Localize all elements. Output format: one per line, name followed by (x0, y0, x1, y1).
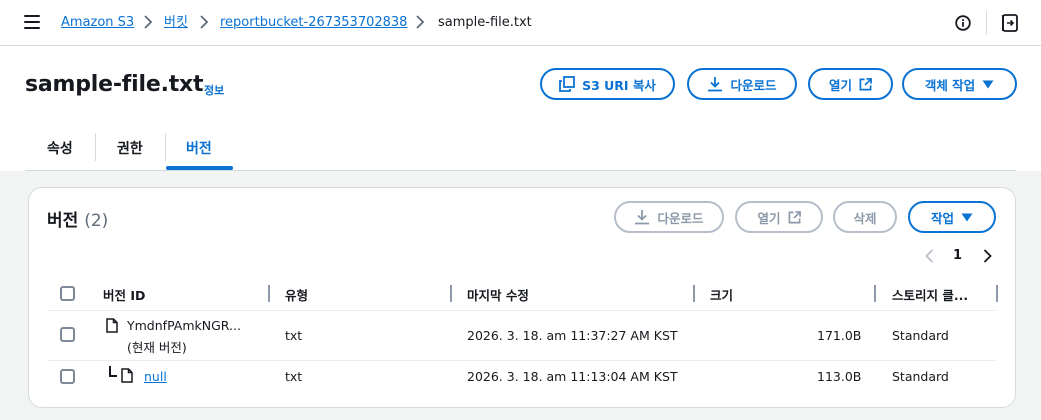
version-delete-label: 삭제 (853, 210, 877, 226)
version-id-value: YmdnfPAmkNGR... (127, 318, 241, 333)
file-icon (106, 318, 118, 333)
tabs-baseline (25, 170, 1016, 171)
row-checkbox[interactable] (60, 327, 75, 342)
versions-title-text: 버전 (47, 211, 79, 231)
column-header-type[interactable]: 유형 (285, 285, 308, 304)
download-icon (708, 77, 723, 92)
column-header-last-modified[interactable]: 마지막 수정 (467, 285, 529, 304)
chevron-right-icon (144, 15, 153, 29)
version-actions-button[interactable]: 작업 (908, 201, 996, 233)
chevron-left-icon[interactable] (923, 248, 937, 264)
column-resizer[interactable] (693, 285, 695, 302)
last-modified-value: 2026. 3. 18. am 11:37:27 AM KST (467, 328, 678, 343)
breadcrumb-amazon-s3[interactable]: Amazon S3 (61, 14, 134, 32)
pagination-current-page[interactable]: 1 (953, 248, 962, 263)
tab-versions[interactable]: 버전 (186, 138, 212, 158)
breadcrumb-bucket-name[interactable]: reportbucket-267353702838 (220, 14, 407, 32)
version-actions-label: 작업 (930, 210, 954, 226)
caret-down-icon (982, 80, 994, 88)
page-title: sample-file.txt (25, 72, 204, 97)
toolbar-divider (986, 11, 987, 35)
column-header-storage-class[interactable]: 스토리지 클... (892, 285, 968, 304)
version-download-label: 다운로드 (657, 210, 704, 226)
select-all-checkbox[interactable] (60, 286, 75, 301)
column-header-version-id[interactable]: 버전 ID (103, 285, 145, 304)
table-header-divider (48, 310, 996, 311)
chevron-right-icon (416, 15, 425, 29)
download-button[interactable]: 다운로드 (687, 68, 797, 100)
tab-permissions[interactable]: 권한 (117, 138, 143, 158)
tab-properties[interactable]: 속성 (47, 138, 73, 158)
storage-class-value: Standard (892, 369, 949, 384)
versions-count: (2) (84, 211, 109, 231)
page-header (0, 46, 1041, 171)
menu-icon[interactable] (24, 15, 40, 29)
current-version-label: (현재 버전) (127, 340, 187, 355)
info-circle-icon[interactable] (955, 15, 971, 31)
column-resizer[interactable] (874, 285, 876, 302)
type-value: txt (285, 328, 303, 343)
version-open-label: 열기 (757, 210, 781, 226)
column-header-size[interactable]: 크기 (710, 285, 733, 304)
storage-class-value: Standard (892, 328, 949, 343)
copy-s3-uri-label: S3 URI 복사 (582, 77, 656, 93)
version-delete-button[interactable]: 삭제 (833, 201, 897, 233)
column-resizer[interactable] (268, 285, 270, 302)
copy-s3-uri-button[interactable]: S3 URI 복사 (540, 68, 675, 100)
caret-down-icon (961, 213, 973, 221)
object-actions-button[interactable]: 객체 작업 (902, 68, 1017, 100)
version-open-button[interactable]: 열기 (735, 201, 823, 233)
version-download-button[interactable]: 다운로드 (614, 201, 724, 233)
tree-branch-icon (109, 366, 117, 377)
table-row-divider (48, 360, 996, 361)
column-resizer[interactable] (996, 285, 998, 302)
versions-title: 버전 (2) (47, 206, 108, 231)
size-value: 171.0B (817, 328, 862, 343)
breadcrumb-buckets[interactable]: 버킷 (164, 14, 188, 32)
last-modified-value: 2026. 3. 18. am 11:13:04 AM KST (467, 369, 678, 384)
download-label: 다운로드 (730, 77, 777, 93)
breadcrumb-current-object: sample-file.txt (438, 15, 532, 30)
external-link-icon (788, 210, 801, 223)
open-button[interactable]: 열기 (808, 68, 893, 100)
type-value: txt (285, 369, 303, 384)
row-checkbox[interactable] (60, 369, 75, 384)
chevron-right-icon (200, 15, 209, 29)
active-tab-indicator (166, 166, 233, 170)
chevron-right-icon[interactable] (980, 248, 994, 264)
side-panel-icon[interactable] (1002, 14, 1018, 32)
file-icon (121, 368, 133, 383)
external-link-icon (859, 77, 872, 90)
info-link[interactable]: 정보 (204, 82, 224, 98)
open-label: 열기 (828, 77, 852, 93)
tab-divider (95, 133, 96, 161)
copy-icon (559, 76, 575, 92)
download-icon (635, 210, 650, 225)
tab-divider (165, 133, 166, 161)
object-actions-label: 객체 작업 (924, 77, 976, 93)
version-id-link[interactable]: null (144, 369, 167, 384)
column-resizer[interactable] (450, 285, 452, 302)
size-value: 113.0B (817, 369, 862, 384)
